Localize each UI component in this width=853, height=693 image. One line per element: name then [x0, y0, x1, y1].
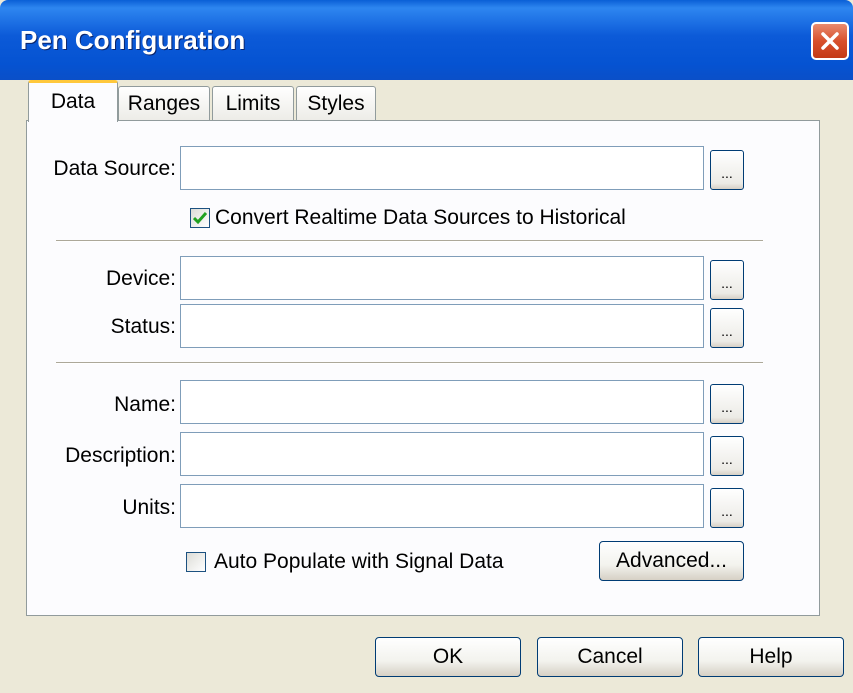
data-source-browse-button[interactable]: ... — [710, 150, 744, 190]
tab-data[interactable]: Data — [28, 80, 118, 122]
units-browse-button[interactable]: ... — [710, 488, 744, 528]
description-label: Description: — [65, 444, 176, 467]
name-field[interactable] — [180, 380, 704, 424]
units-label: Units: — [122, 496, 176, 519]
checkmark-icon — [193, 212, 207, 225]
close-icon — [821, 32, 839, 50]
tab-limits[interactable]: Limits — [212, 86, 294, 122]
description-browse-button[interactable]: ... — [710, 436, 744, 476]
device-browse-button[interactable]: ... — [710, 260, 744, 300]
tab-ranges[interactable]: Ranges — [118, 86, 210, 122]
cancel-button[interactable]: Cancel — [537, 637, 683, 677]
convert-realtime-checkbox[interactable] — [190, 208, 210, 228]
device-label: Device: — [105, 267, 176, 290]
auto-populate-label: Auto Populate with Signal Data — [214, 550, 504, 573]
units-field[interactable] — [180, 484, 704, 528]
ok-button[interactable]: OK — [375, 637, 521, 677]
window-title: Pen Configuration — [20, 25, 246, 55]
convert-realtime-label: Convert Realtime Data Sources to Histori… — [215, 206, 626, 229]
name-label: Name: — [114, 393, 176, 416]
advanced-button[interactable]: Advanced... — [599, 541, 744, 581]
device-field[interactable] — [180, 256, 704, 300]
status-field[interactable] — [180, 304, 704, 348]
separator — [56, 362, 763, 364]
data-source-field[interactable] — [180, 146, 704, 190]
separator — [56, 240, 763, 242]
data-source-label: Data Source: — [53, 157, 176, 180]
status-label: Status: — [110, 315, 176, 338]
description-field[interactable] — [180, 432, 704, 476]
title-bar[interactable]: Pen Configuration — [0, 0, 853, 80]
name-browse-button[interactable]: ... — [710, 384, 744, 424]
close-button[interactable] — [811, 22, 849, 60]
status-browse-button[interactable]: ... — [710, 308, 744, 348]
help-button[interactable]: Help — [698, 637, 844, 677]
auto-populate-checkbox[interactable] — [186, 552, 206, 572]
tab-styles[interactable]: Styles — [296, 86, 376, 122]
